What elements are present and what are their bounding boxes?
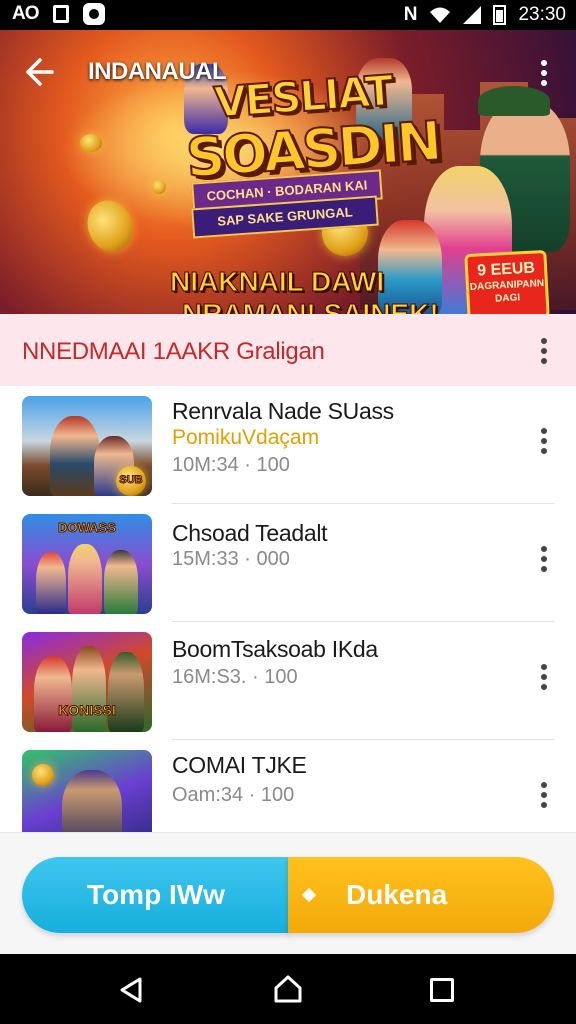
list-item[interactable]: COMAI TJKE Oam:34 · 100: [0, 740, 576, 832]
hero-banner[interactable]: INDANAUAL VESLIAT SOASDIN COCHAN · BODAR…: [0, 30, 576, 314]
signal-icon: [463, 6, 482, 24]
thumb-figure: [68, 544, 102, 614]
item-thumbnail: SUB: [22, 396, 152, 496]
thumb-label: DOWASS: [58, 520, 117, 536]
thumb-figure: [104, 550, 138, 614]
bottom-action-area: Tomp IWw Dukena: [0, 832, 576, 954]
thumb-label: SUB: [119, 474, 143, 487]
section-title: NNEDMAAI 1AAKR Graligan: [22, 338, 325, 365]
item-meta: 10M:34 · 100: [172, 454, 290, 476]
list-item[interactable]: KONISSI BoomTsaksoab IKda 16M:S3. · 100: [0, 622, 576, 740]
nav-recent-icon[interactable]: [430, 978, 454, 1002]
system-nav-bar: [0, 954, 576, 1024]
section-more-icon[interactable]: [540, 338, 548, 368]
item-channel: PomikuVdaçam: [172, 426, 320, 449]
item-more-icon[interactable]: [540, 546, 548, 576]
more-options-icon[interactable]: [540, 60, 548, 88]
primary-right-button[interactable]: Dukena: [288, 857, 554, 933]
nav-home-icon[interactable]: [272, 974, 304, 1004]
notification-square-icon: [52, 5, 69, 23]
section-header: NNEDMAAI 1AAKR Graligan: [0, 314, 576, 386]
banner-tagline-1: NIAKNAIL DAWI: [169, 266, 385, 298]
status-bar: AO N 23:30: [0, 0, 576, 30]
coin-icon: [80, 134, 102, 152]
item-title: Renrvala Nade SUass: [172, 398, 394, 424]
item-meta: 15M:33 · 000: [172, 548, 290, 570]
nav-back-icon[interactable]: [118, 976, 144, 1004]
app-notification-icon: [82, 3, 105, 25]
right-button-label: Dukena: [346, 879, 448, 910]
thumb-figure: [108, 652, 144, 732]
wifi-icon: [430, 7, 451, 23]
vibrate-icon: N: [403, 4, 418, 25]
list-item[interactable]: SUB Renrvala Nade SUass PomikuVdaçam 10M…: [0, 386, 576, 504]
item-meta: 16M:S3. · 100: [172, 666, 298, 688]
thumb-figure: [62, 770, 122, 832]
battery-icon: [493, 5, 507, 25]
banner-tagline-2: NRAMAN! SAINEK!: [182, 298, 440, 315]
item-thumbnail: DOWASS: [22, 514, 152, 614]
status-left-text: AO: [12, 3, 39, 24]
item-title: COMAI TJKE: [172, 752, 307, 778]
item-title: BoomTsaksoab IKda: [172, 636, 378, 662]
badge-line1: 9 EEUB: [476, 259, 536, 280]
item-meta: Oam:34 · 100: [172, 784, 295, 806]
item-title: Chsoad Teadalt: [172, 520, 328, 546]
thumb-label: KONISSI: [58, 702, 117, 719]
coin-icon: [32, 764, 54, 786]
item-thumbnail: KONISSI: [22, 632, 152, 732]
primary-left-button[interactable]: Tomp IWw: [22, 857, 290, 933]
video-list: SUB Renrvala Nade SUass PomikuVdaçam 10M…: [0, 386, 576, 832]
thumb-figure: [72, 646, 106, 732]
thumb-figure: [50, 416, 100, 496]
list-item[interactable]: DOWASS Chsoad Teadalt 15M:33 · 000: [0, 504, 576, 622]
status-time: 23:30: [518, 4, 566, 25]
coin-icon: [152, 180, 166, 194]
item-more-icon[interactable]: [540, 664, 548, 694]
thumb-figure: [34, 656, 72, 732]
item-thumbnail: [22, 750, 152, 832]
diamond-icon: [301, 887, 317, 903]
page-title: INDANAUAL: [88, 58, 227, 85]
banner-character-cap: [478, 86, 550, 116]
thumb-figure: [36, 552, 66, 614]
item-more-icon[interactable]: [540, 428, 548, 458]
item-more-icon[interactable]: [540, 782, 548, 812]
back-arrow-icon[interactable]: [22, 54, 58, 90]
banner-promo-badge: 9 EEUB DAGRANIPANN DAGI: [464, 249, 550, 314]
